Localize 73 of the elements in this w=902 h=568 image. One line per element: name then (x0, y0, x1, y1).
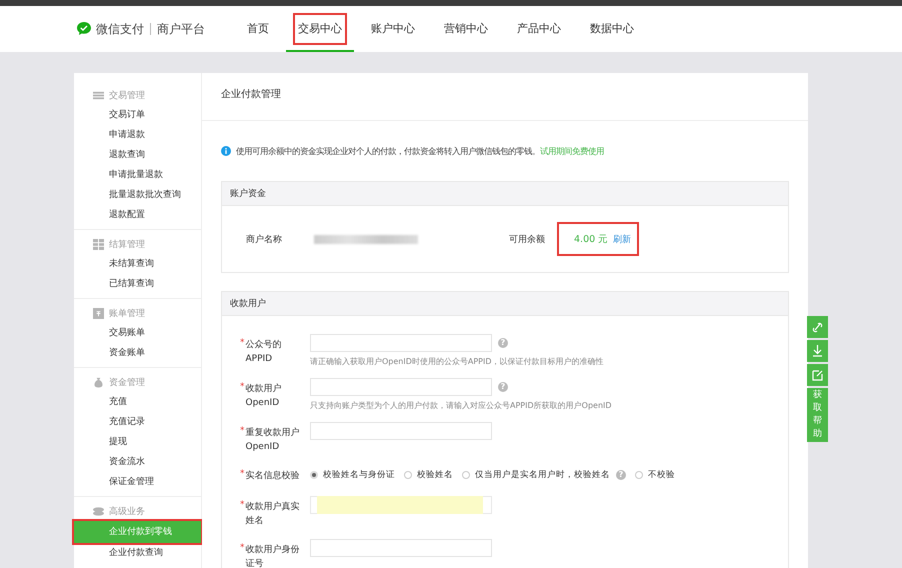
menu-group-title: 账单管理 (109, 308, 145, 320)
field-hint: 只支持向账户类型为个人的用户付款，请输入对应公众号APPID所获取的用户OpenID (310, 400, 612, 411)
sidebar-item[interactable]: 退款配置 (74, 205, 201, 225)
balance-amount: 4.00 元 (574, 232, 608, 246)
field-label: 重复收款用户OpenID (246, 426, 300, 454)
radio-button[interactable] (462, 471, 470, 479)
info-icon (221, 146, 231, 156)
input-field[interactable] (310, 539, 492, 557)
required-mark: * (240, 469, 244, 481)
required-mark: * (240, 338, 244, 350)
nav-tab[interactable]: 首页 (235, 6, 281, 52)
edit-icon[interactable] (807, 364, 828, 386)
section-title: 收款用户 (230, 298, 266, 310)
link-icon[interactable] (807, 316, 828, 338)
document-icon (93, 308, 104, 318)
nav-tab[interactable]: 账户中心 (359, 6, 427, 52)
menu-group-title: 资金管理 (109, 376, 145, 388)
grid-icon (93, 238, 104, 250)
nav-tab[interactable]: 数据中心 (578, 6, 646, 52)
menu-group-title: 高级业务 (109, 506, 145, 518)
field-label: 实名信息校验 (246, 470, 300, 483)
required-mark: * (240, 382, 244, 394)
sidebar-item[interactable]: 充值 (74, 392, 201, 412)
radio-label[interactable]: 不校验 (648, 469, 675, 481)
sidebar-item[interactable]: 未结算查询 (74, 254, 201, 274)
field-label: 收款用户真实姓名 (246, 500, 300, 528)
input-field[interactable] (310, 334, 492, 352)
money-bag-icon (93, 376, 104, 388)
field-label: 公众号的APPID (246, 338, 282, 366)
merchant-name-label: 商户名称 (246, 234, 283, 246)
sidebar-item[interactable]: 保证金管理 (74, 472, 201, 492)
field-hint: 请正确输入获取用户OpenID时使用的公众号APPID，以保证付款目标用户的准确性 (310, 356, 604, 367)
balance-label: 可用余额 (509, 234, 546, 246)
sidebar-item[interactable]: 交易账单 (74, 323, 201, 343)
list-icon (93, 90, 104, 100)
platform-name: 商户平台 (157, 20, 205, 38)
chat-bubble-icon (76, 21, 92, 37)
sidebar-item[interactable]: 批量退款批次查询 (74, 185, 201, 205)
sidebar-item[interactable]: 申请退款 (74, 125, 201, 145)
menu-group-title: 结算管理 (109, 238, 145, 250)
input-field[interactable] (310, 378, 492, 396)
sidebar-item[interactable]: 资金账单 (74, 343, 201, 363)
section-title: 账户资金 (230, 188, 266, 200)
sidebar-item[interactable]: 已结算查询 (74, 274, 201, 294)
required-mark: * (240, 543, 244, 555)
sidebar-item[interactable]: 企业付款查询 (74, 543, 201, 563)
radio-label[interactable]: 校验姓名 (417, 469, 453, 481)
radio-button[interactable] (310, 471, 318, 479)
radio-label[interactable]: 仅当用户是实名用户时，校验姓名 (475, 469, 610, 481)
nav-tab[interactable]: 产品中心 (505, 6, 573, 52)
field-label: 收款用户OpenID (246, 382, 282, 410)
refresh-link[interactable]: 刷新 (613, 232, 632, 246)
radio-button[interactable] (404, 471, 412, 479)
notice-text: 使用可用余额中的资金实现企业对个人的付款，付款资金将转入用户微信钱包的零钱。 (236, 146, 540, 156)
logo-text[interactable]: 微信支付 (96, 20, 144, 38)
input-field[interactable] (310, 422, 492, 440)
page-title: 企业付款管理 (202, 73, 808, 121)
sidebar-item[interactable]: 资金流水 (74, 452, 201, 472)
radio-button[interactable] (635, 471, 643, 479)
nav-tab[interactable]: 营销中心 (432, 6, 500, 52)
menu-group-title: 交易管理 (109, 90, 145, 102)
sidebar-item[interactable]: 申请批量退款 (74, 165, 201, 185)
nav-tab[interactable]: 交易中心 (286, 6, 354, 52)
layers-icon (93, 506, 104, 516)
sidebar-item[interactable]: 交易订单 (74, 105, 201, 125)
sidebar-item[interactable]: 提现 (74, 432, 201, 452)
radio-label[interactable]: 校验姓名与身份证 (323, 469, 395, 481)
sidebar-item[interactable]: 退款查询 (74, 145, 201, 165)
field-label: 收款用户身份证号 (246, 544, 300, 568)
required-mark: * (240, 500, 244, 512)
download-icon[interactable] (807, 340, 828, 362)
required-mark: * (240, 426, 244, 438)
sidebar-item[interactable]: 充值记录 (74, 412, 201, 432)
